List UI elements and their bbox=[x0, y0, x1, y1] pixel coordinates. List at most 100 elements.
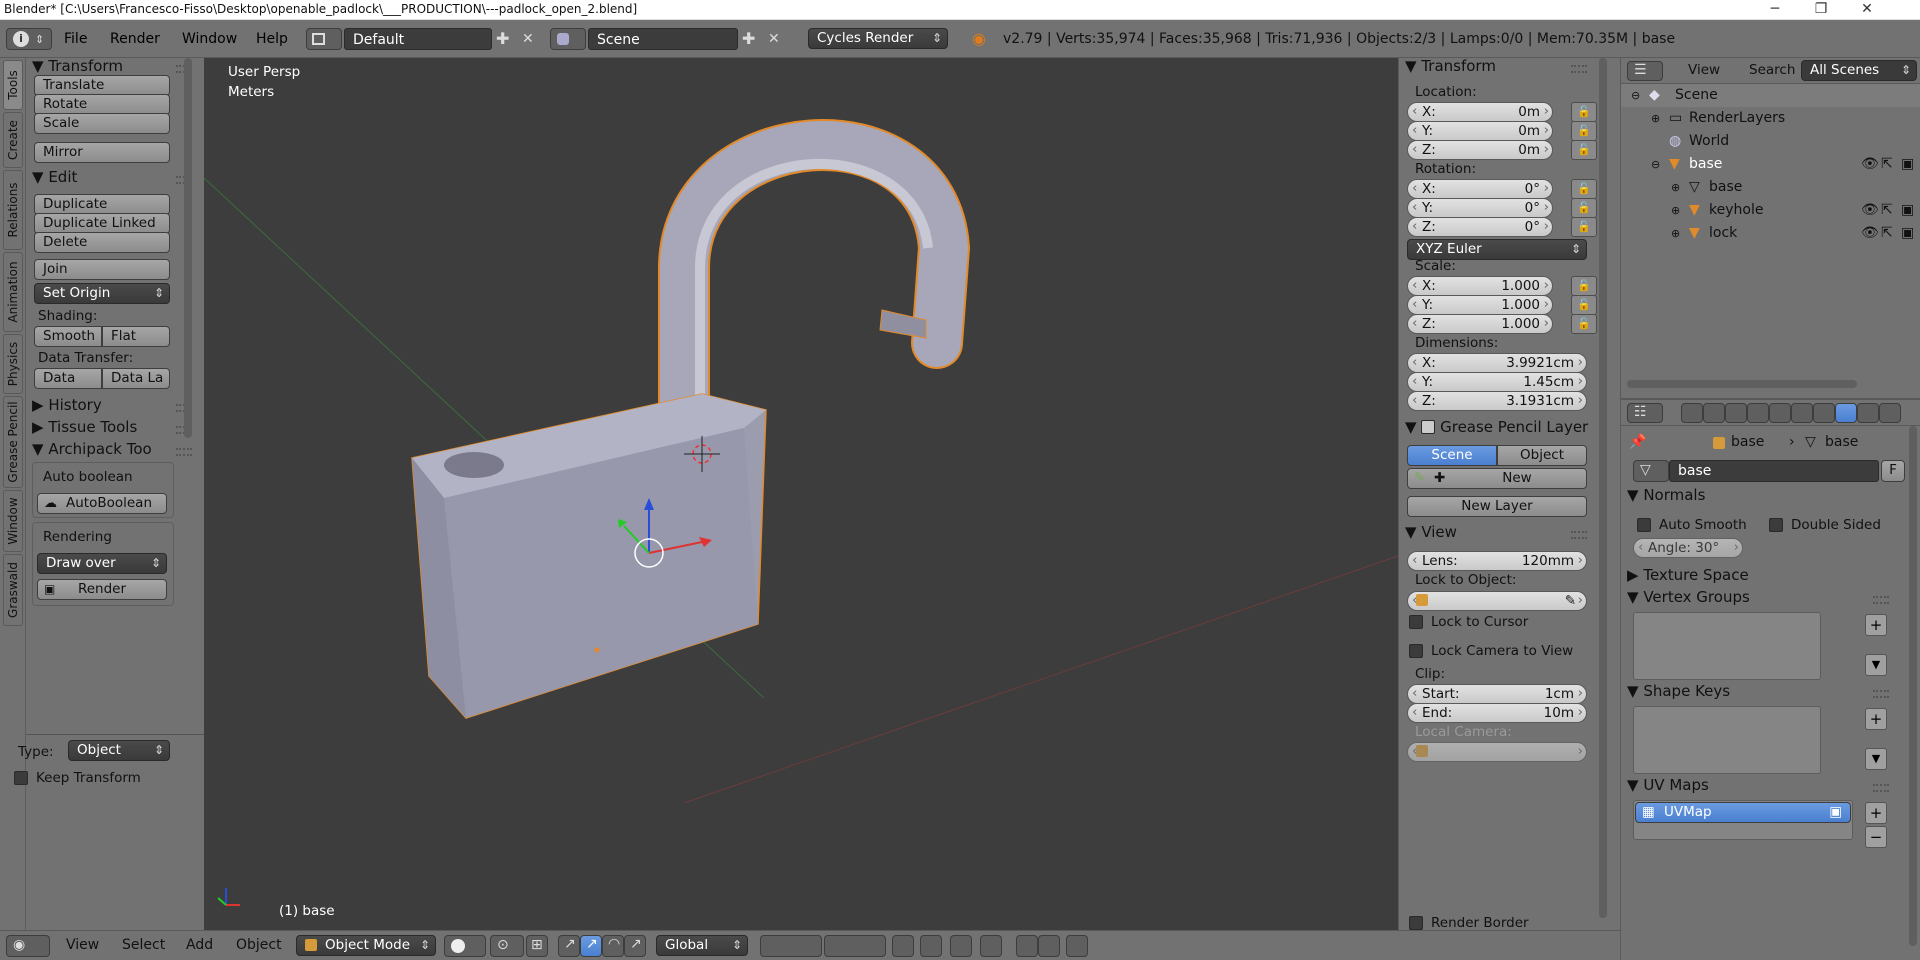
scene-tab-icon[interactable] bbox=[1725, 403, 1747, 423]
lock-camera-checkbox[interactable] bbox=[1409, 644, 1423, 658]
tab-create[interactable]: Create bbox=[3, 112, 23, 168]
collapse-icon[interactable]: ⊖ bbox=[1651, 153, 1660, 176]
mirror-button[interactable]: Mirror bbox=[34, 142, 170, 163]
outliner-search-menu[interactable]: Search bbox=[1749, 62, 1795, 78]
cursor-select-icon[interactable]: ⇱ bbox=[1881, 153, 1893, 176]
menu-add[interactable]: Add bbox=[186, 937, 213, 953]
transform-orientation-dropdown[interactable]: Global bbox=[656, 935, 748, 956]
lock-layers-icon[interactable] bbox=[892, 935, 914, 957]
outliner-item-scene[interactable]: ⊖ ◆ Scene bbox=[1621, 84, 1920, 107]
expand-icon[interactable]: ⊕ bbox=[1671, 222, 1680, 245]
cursor-select-icon[interactable]: ⇱ bbox=[1881, 222, 1893, 245]
add-scene-icon[interactable]: ✚ bbox=[742, 28, 755, 50]
fake-user-button[interactable]: F bbox=[1881, 460, 1905, 482]
eyedropper-icon[interactable]: ✎ bbox=[1565, 592, 1576, 610]
close-button[interactable]: ✕ bbox=[1844, 0, 1890, 20]
3d-viewport[interactable]: User Persp Meters (1) base bbox=[204, 58, 1398, 930]
tab-graswald[interactable]: Graswald bbox=[3, 554, 23, 626]
menu-help[interactable]: Help bbox=[256, 28, 288, 50]
outliner-item-world[interactable]: ◍ World bbox=[1621, 130, 1920, 153]
outliner-item-base[interactable]: ⊖ ▼ base 👁 ⇱ ▣ bbox=[1621, 153, 1920, 176]
auto-boolean-button[interactable]: ☁ AutoBoolean bbox=[37, 493, 167, 514]
object-tab-icon[interactable] bbox=[1769, 403, 1791, 423]
render-engine-dropdown[interactable]: Cycles Render bbox=[808, 28, 948, 49]
scale-y-field[interactable]: Y: 1.000 bbox=[1407, 295, 1553, 315]
mode-dropdown[interactable]: Object Mode bbox=[296, 935, 436, 956]
render-camera-icon[interactable]: ▣ bbox=[1901, 153, 1914, 176]
minimize-button[interactable]: ─ bbox=[1752, 0, 1798, 20]
menu-window[interactable]: Window bbox=[182, 28, 237, 50]
n-transform-header[interactable]: ▼ Transform bbox=[1405, 57, 1496, 79]
scene-field[interactable]: Scene bbox=[588, 28, 738, 50]
expand-icon[interactable]: ⊕ bbox=[1651, 107, 1660, 130]
double-sided-checkbox[interactable] bbox=[1769, 518, 1783, 532]
snap-target-icon[interactable] bbox=[980, 935, 1002, 957]
panel-grip-icon[interactable] bbox=[176, 448, 192, 456]
lock-icon[interactable]: 🔓 bbox=[1571, 198, 1597, 218]
texture-tab-icon[interactable] bbox=[1879, 403, 1901, 423]
local-camera-field[interactable] bbox=[1407, 742, 1587, 762]
gp-scene-button[interactable]: Scene bbox=[1407, 445, 1497, 466]
tissue-tools-panel-header[interactable]: ▶ Tissue Tools bbox=[32, 418, 137, 440]
shape-key-specials-button[interactable]: ▼ bbox=[1865, 748, 1887, 770]
camera-icon[interactable]: ▣ bbox=[1829, 803, 1842, 822]
menu-select[interactable]: Select bbox=[122, 937, 165, 953]
scale-manipulator[interactable]: ◠ bbox=[602, 935, 624, 957]
outliner-h-scrollbar[interactable] bbox=[1627, 380, 1857, 388]
rotation-x-field[interactable]: X: 0° bbox=[1407, 179, 1553, 199]
expand-icon[interactable]: ⊕ bbox=[1671, 199, 1680, 222]
menu-object[interactable]: Object bbox=[236, 937, 282, 953]
remove-layout-icon[interactable]: ✕ bbox=[522, 28, 534, 50]
translate-button[interactable]: Translate bbox=[34, 75, 170, 96]
outliner-item-base-mesh[interactable]: ⊕ ▽ base bbox=[1621, 176, 1920, 199]
mesh-name-field[interactable]: base bbox=[1669, 460, 1879, 482]
vertex-group-specials-button[interactable]: ▼ bbox=[1865, 654, 1887, 676]
scale-button[interactable]: Scale bbox=[34, 113, 170, 134]
tab-grease-pencil[interactable]: Grease Pencil bbox=[3, 396, 23, 488]
bottom-extra-icon[interactable] bbox=[1066, 935, 1088, 957]
gp-new-layer-button[interactable]: New Layer bbox=[1407, 496, 1587, 517]
properties-scrollbar[interactable] bbox=[1909, 426, 1917, 946]
world-tab-icon[interactable] bbox=[1747, 403, 1769, 423]
render-tab-icon[interactable] bbox=[1681, 403, 1703, 423]
constraints-tab-icon[interactable] bbox=[1791, 403, 1813, 423]
lock-icon[interactable]: 🔓 bbox=[1571, 295, 1597, 315]
view-panel-header[interactable]: ▼ View bbox=[1405, 523, 1457, 545]
remove-uv-map-button[interactable]: − bbox=[1865, 826, 1887, 848]
lock-icon[interactable]: 🔓 bbox=[1571, 314, 1597, 334]
grease-pencil-layer-checkbox[interactable] bbox=[1421, 420, 1436, 434]
join-button[interactable]: Join bbox=[34, 259, 170, 280]
material-tab-icon[interactable] bbox=[1857, 403, 1879, 423]
texture-space-panel-header[interactable]: ▶ Texture Space bbox=[1627, 566, 1749, 588]
menu-file[interactable]: File bbox=[64, 28, 87, 50]
clip-end-field[interactable]: End: 10m bbox=[1407, 703, 1587, 723]
outliner-display-mode[interactable]: All Scenes bbox=[1801, 60, 1917, 81]
opengl-render-icon[interactable] bbox=[1016, 935, 1038, 957]
duplicate-button[interactable]: Duplicate bbox=[34, 194, 170, 215]
vertex-groups-panel-header[interactable]: ▼ Vertex Groups bbox=[1627, 588, 1750, 610]
auto-smooth-checkbox[interactable] bbox=[1637, 518, 1651, 532]
lock-icon[interactable]: 🔓 bbox=[1571, 179, 1597, 199]
vertex-groups-list[interactable] bbox=[1633, 612, 1821, 680]
lock-icon[interactable]: 🔓 bbox=[1571, 102, 1597, 122]
uv-maps-panel-header[interactable]: ▼ UV Maps bbox=[1627, 776, 1709, 798]
dimension-x-field[interactable]: X: 3.9921cm bbox=[1407, 353, 1587, 373]
layers-grid-1[interactable] bbox=[760, 935, 822, 957]
smooth-button[interactable]: Smooth bbox=[34, 326, 102, 347]
auto-smooth-angle-field[interactable]: Angle: 30° bbox=[1633, 538, 1743, 558]
rotation-z-field[interactable]: Z: 0° bbox=[1407, 217, 1553, 237]
gp-object-button[interactable]: Object bbox=[1497, 445, 1587, 466]
pivot-point-dropdown[interactable]: ⊙ bbox=[490, 935, 524, 957]
lock-to-cursor-checkbox[interactable] bbox=[1409, 615, 1423, 629]
dimension-z-field[interactable]: Z: 3.1931cm bbox=[1407, 391, 1587, 411]
tab-window[interactable]: Window bbox=[3, 490, 23, 552]
delete-button[interactable]: Delete bbox=[34, 232, 170, 253]
add-shape-key-button[interactable]: + bbox=[1865, 708, 1887, 730]
expand-icon[interactable]: ⊕ bbox=[1671, 176, 1680, 199]
lock-icon[interactable]: 🔓 bbox=[1571, 217, 1597, 237]
maximize-button[interactable]: ❐ bbox=[1798, 0, 1844, 20]
render-border-checkbox[interactable] bbox=[1409, 916, 1423, 930]
lock-icon[interactable]: 🔓 bbox=[1571, 121, 1597, 141]
data-layout-button[interactable]: Data La bbox=[102, 368, 170, 389]
edit-panel-header[interactable]: ▼ Edit bbox=[32, 168, 77, 190]
